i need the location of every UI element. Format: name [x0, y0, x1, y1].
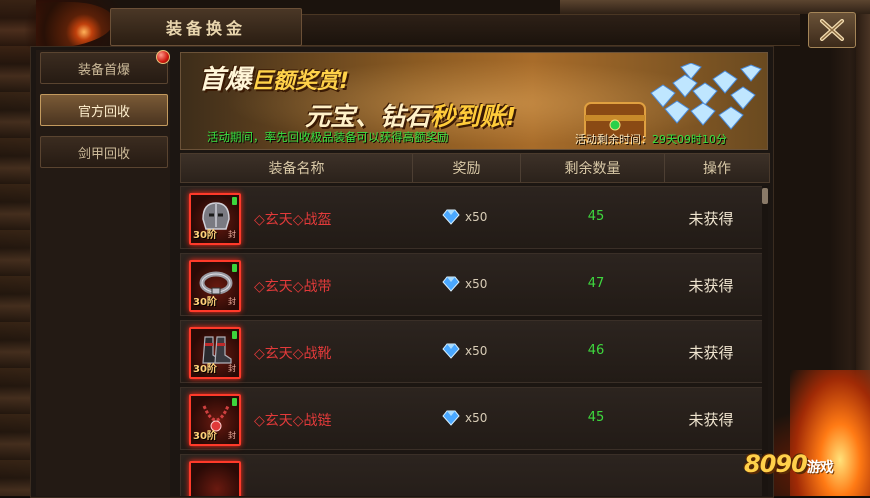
sidebar: 装备首爆 官方回收 剑甲回收 [36, 50, 170, 496]
title-strip [300, 14, 800, 46]
reward-amount: x50 [465, 210, 488, 224]
remaining-count: 47 [587, 276, 605, 291]
event-countdown: 活动剩余时间：29天09时10分 [575, 133, 727, 146]
sidebar-item-label: 装备首爆 [77, 62, 130, 78]
item-name: ◇玄天◇战靴 [254, 346, 332, 362]
seal-label: 封 [228, 297, 236, 306]
action-status[interactable]: 未获得 [671, 409, 751, 430]
tier-label: 30阶 [193, 230, 217, 241]
seal-label: 封 [228, 431, 236, 440]
item-name: ◇玄天◇战带 [254, 279, 332, 295]
item-slot[interactable]: 30阶 封 [189, 260, 241, 312]
column-header-name: 装备名称 [181, 154, 413, 182]
tier-label: 30阶 [193, 364, 217, 375]
table-row [180, 454, 768, 496]
sidebar-item-first-drop[interactable]: 装备首爆 [40, 50, 170, 84]
reward-amount: x50 [465, 277, 488, 291]
sidebar-item-label: 剑甲回收 [77, 146, 130, 162]
seal-label: 封 [228, 364, 236, 373]
table-row: 30阶 封 ◇玄天◇战链 x50 45 未获得 [180, 387, 768, 450]
reward-cell: x50 [441, 410, 487, 426]
notification-badge [156, 50, 170, 64]
item-slot[interactable] [189, 461, 241, 496]
item-name: ◇玄天◇战链 [254, 413, 332, 429]
table-row: 30阶 封 ◇玄天◇战靴 x50 46 未获得 [180, 320, 768, 383]
sidebar-item-sword-armor-recycle[interactable]: 剑甲回收 [40, 136, 168, 168]
diamond-icon [442, 410, 460, 426]
remaining-count: 45 [587, 410, 605, 425]
reward-cell: x50 [441, 276, 487, 292]
window-title-bar: 装备换金 [110, 8, 302, 46]
banner-headline: 首爆巨额奖赏! [199, 65, 350, 95]
seal-label: 封 [228, 230, 236, 239]
column-header-reward: 奖励 [413, 154, 521, 182]
watermark-logo: 8090游戏 [744, 450, 834, 478]
table-header: 装备名称 奖励 剩余数量 操作 [180, 153, 770, 183]
action-status[interactable]: 未获得 [671, 275, 751, 296]
column-header-remaining: 剩余数量 [521, 154, 665, 182]
remaining-count: 45 [587, 209, 605, 224]
reward-amount: x50 [465, 344, 488, 358]
action-status[interactable]: 未获得 [671, 342, 751, 363]
banner-subheadline: 元宝、钻石秒到账! [305, 102, 517, 131]
equipment-list: 30阶 封 ◇玄天◇战盔 x50 45 未获得 30阶 封 ◇玄天◇战带 x50 [180, 186, 768, 496]
sidebar-item-label: 官方回收 [77, 104, 130, 120]
item-name: ◇玄天◇战盔 [254, 212, 332, 228]
close-button[interactable] [808, 12, 856, 48]
remaining-count: 46 [587, 343, 605, 358]
item-slot[interactable]: 30阶 封 [189, 394, 241, 446]
tier-label: 30阶 [193, 431, 217, 442]
reward-cell: x50 [441, 209, 487, 225]
reward-amount: x50 [465, 411, 488, 425]
sidebar-item-official-recycle[interactable]: 官方回收 [40, 94, 168, 126]
window-title: 装备换金 [165, 19, 246, 38]
column-header-action: 操作 [703, 161, 731, 177]
tier-label: 30阶 [193, 297, 217, 308]
table-row: 30阶 封 ◇玄天◇战带 x50 47 未获得 [180, 253, 768, 316]
banner-note: 活动期间，率先回收极品装备可以获得高额奖励 [207, 130, 449, 144]
item-slot[interactable]: 30阶 封 [189, 193, 241, 245]
action-status[interactable]: 未获得 [671, 208, 751, 229]
diamond-icon [442, 209, 460, 225]
table-row: 30阶 封 ◇玄天◇战盔 x50 45 未获得 [180, 186, 768, 249]
close-icon [819, 19, 845, 41]
item-slot[interactable]: 30阶 封 [189, 327, 241, 379]
reward-cell: x50 [441, 343, 487, 359]
event-banner: 首爆巨额奖赏! 元宝、钻石秒到账! 活动期间，率先回收极品装备可以获得高额奖励 … [180, 52, 768, 150]
scroll-thumb[interactable] [762, 188, 768, 204]
diamond-icon [442, 276, 460, 292]
diamond-icon [442, 343, 460, 359]
